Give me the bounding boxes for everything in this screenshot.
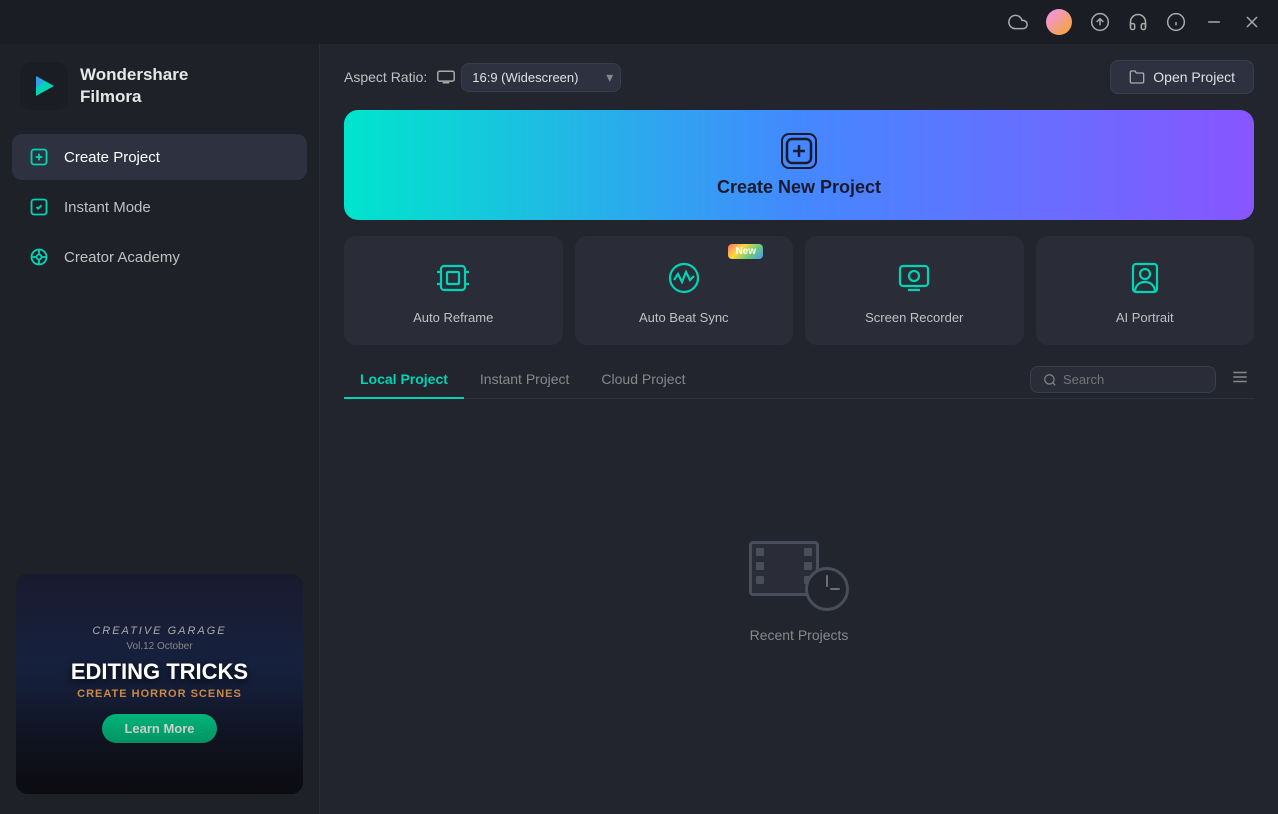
- upload-icon[interactable]: [1090, 12, 1110, 32]
- tabs-right-controls: [1030, 363, 1254, 396]
- headphones-icon[interactable]: [1128, 12, 1148, 32]
- sidebar-item-label: Create Project: [64, 149, 160, 166]
- create-banner-plus-icon: [781, 133, 817, 169]
- user-avatar[interactable]: [1046, 9, 1072, 35]
- create-new-project-banner[interactable]: Create New Project: [344, 110, 1254, 220]
- cloud-icon[interactable]: [1008, 12, 1028, 32]
- sidebar-item-instant-mode[interactable]: Instant Mode: [12, 184, 307, 230]
- clock-circle: [805, 567, 849, 611]
- tool-cards: Auto Reframe New Auto Beat Sync: [320, 236, 1278, 361]
- screen-recorder-icon: [892, 256, 936, 300]
- sidebar: Wondershare Filmora Create Project: [0, 44, 320, 814]
- sidebar-item-create-project[interactable]: Create Project: [12, 134, 307, 180]
- new-badge: New: [728, 244, 763, 259]
- topbar: Aspect Ratio: 16:9 (Widescreen) 9:16 (Ve…: [320, 44, 1278, 110]
- logo-area: Wondershare Filmora: [0, 44, 319, 134]
- empty-state-icon: [749, 531, 849, 611]
- sidebar-item-label: Instant Mode: [64, 199, 151, 216]
- search-box: [1030, 366, 1216, 393]
- tab-instant-project[interactable]: Instant Project: [464, 361, 586, 399]
- tool-card-ai-portrait[interactable]: AI Portrait: [1036, 236, 1255, 345]
- titlebar: [0, 0, 1278, 44]
- aspect-ratio-area: Aspect Ratio: 16:9 (Widescreen) 9:16 (Ve…: [344, 63, 621, 92]
- projects-section: Local Project Instant Project Cloud Proj…: [320, 361, 1278, 814]
- monitor-icon: [437, 70, 455, 84]
- app-name: Wondershare Filmora: [80, 64, 188, 108]
- aspect-ratio-select[interactable]: 16:9 (Widescreen) 9:16 (Vertical) 1:1 (S…: [461, 63, 621, 92]
- info-icon[interactable]: [1166, 12, 1186, 32]
- ai-portrait-icon: [1123, 256, 1167, 300]
- promo-person-overlay: [16, 694, 303, 794]
- tool-card-auto-beat-sync[interactable]: New Auto Beat Sync: [575, 236, 794, 345]
- sidebar-item-label: Creator Academy: [64, 249, 180, 266]
- app-logo: [20, 62, 68, 110]
- search-icon: [1043, 373, 1057, 387]
- tool-card-label: AI Portrait: [1116, 310, 1174, 325]
- creator-academy-icon: [28, 246, 50, 268]
- folder-icon: [1129, 69, 1145, 85]
- create-banner-label: Create New Project: [717, 177, 881, 198]
- search-input[interactable]: [1063, 372, 1203, 387]
- open-project-label: Open Project: [1153, 69, 1235, 85]
- promo-banner[interactable]: Creative Garage Vol.12 October EDITING T…: [16, 574, 303, 794]
- promo-title: EDITING TRICKS: [71, 660, 248, 684]
- instant-mode-icon: [28, 196, 50, 218]
- tool-card-label: Auto Beat Sync: [639, 310, 729, 325]
- aspect-ratio-select-wrap: 16:9 (Widescreen) 9:16 (Vertical) 1:1 (S…: [437, 63, 621, 92]
- auto-reframe-icon: [431, 256, 475, 300]
- tab-local-project[interactable]: Local Project: [344, 361, 464, 399]
- promo-vol: Vol.12 October: [126, 641, 192, 652]
- open-project-button[interactable]: Open Project: [1110, 60, 1254, 94]
- projects-tabs: Local Project Instant Project Cloud Proj…: [344, 361, 1254, 399]
- sidebar-item-creator-academy[interactable]: Creator Academy: [12, 234, 307, 280]
- recent-projects-label: Recent Projects: [750, 627, 849, 643]
- list-view-icon[interactable]: [1226, 363, 1254, 396]
- create-project-icon: [28, 146, 50, 168]
- tool-card-auto-reframe[interactable]: Auto Reframe: [344, 236, 563, 345]
- minimize-icon[interactable]: [1204, 12, 1224, 32]
- main-content: Aspect Ratio: 16:9 (Widescreen) 9:16 (Ve…: [320, 44, 1278, 814]
- nav-menu: Create Project Instant Mode: [0, 134, 319, 280]
- tool-card-screen-recorder[interactable]: Screen Recorder: [805, 236, 1024, 345]
- promo-top-label: Creative Garage: [92, 625, 226, 637]
- aspect-ratio-label: Aspect Ratio:: [344, 69, 427, 85]
- empty-state: Recent Projects: [344, 399, 1254, 814]
- tool-card-label: Screen Recorder: [865, 310, 963, 325]
- close-icon[interactable]: [1242, 12, 1262, 32]
- tool-card-label: Auto Reframe: [413, 310, 493, 325]
- tab-cloud-project[interactable]: Cloud Project: [585, 361, 701, 399]
- auto-beat-sync-icon: [662, 256, 706, 300]
